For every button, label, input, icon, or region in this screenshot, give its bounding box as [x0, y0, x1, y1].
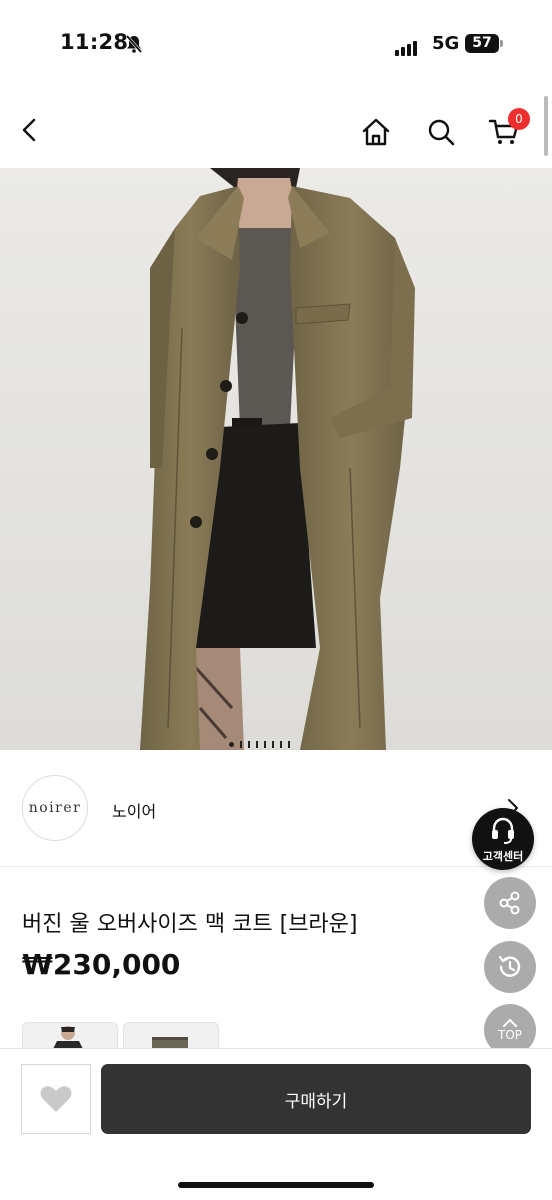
brand-logo-text: noirer: [28, 800, 82, 816]
pagination-dot: [229, 742, 234, 747]
pagination-dot: [248, 741, 250, 748]
pagination-dot: [264, 741, 266, 748]
product-price: ₩230,000: [22, 948, 181, 981]
brand-name[interactable]: 노이어: [112, 798, 156, 822]
recent-history-button[interactable]: [484, 941, 536, 993]
home-icon[interactable]: [358, 114, 394, 150]
product-image[interactable]: [0, 168, 552, 750]
scroll-top-label: TOP: [497, 1028, 522, 1042]
history-clock-icon: [498, 955, 521, 977]
status-time: 11:28: [60, 30, 129, 54]
related-thumbnail[interactable]: [123, 1022, 219, 1049]
signal-icon: [395, 37, 419, 56]
heart-icon: [40, 1086, 72, 1112]
headset-icon: [492, 817, 514, 844]
customer-center-button[interactable]: 고객센터: [472, 808, 534, 870]
product-title: 버진 울 오버사이즈 맥 코트 [브라운]: [22, 912, 358, 937]
pagination-dot: [288, 741, 290, 748]
thumbnail-model-image: [23, 1023, 117, 1049]
divider: [0, 866, 552, 867]
customer-center-label: 고객센터: [482, 850, 524, 863]
silent-bell-icon: [125, 35, 143, 53]
carousel-pagination: [229, 741, 290, 748]
battery-icon: 57: [465, 34, 499, 53]
battery-tip: [500, 40, 503, 47]
pagination-dot: [280, 741, 282, 748]
wishlist-button[interactable]: [21, 1064, 91, 1134]
pagination-dot: [272, 741, 274, 748]
scroll-indicator: [544, 96, 548, 156]
network-type: 5G: [432, 33, 460, 54]
cart-count-badge: 0: [508, 108, 530, 130]
coat-illustration: [0, 168, 552, 750]
chevron-up-icon: [503, 1019, 517, 1027]
home-indicator: [178, 1182, 374, 1188]
share-button[interactable]: [484, 877, 536, 929]
share-icon: [499, 891, 520, 915]
brand-logo[interactable]: noirer: [22, 775, 88, 841]
search-icon[interactable]: [423, 114, 459, 150]
pagination-dot: [240, 741, 242, 748]
pagination-dot: [256, 741, 258, 748]
buy-button[interactable]: 구매하기: [101, 1064, 531, 1134]
related-thumbnail[interactable]: [22, 1022, 118, 1049]
back-chevron-icon[interactable]: [12, 112, 48, 148]
thumbnail-skirt-image: [124, 1023, 218, 1049]
